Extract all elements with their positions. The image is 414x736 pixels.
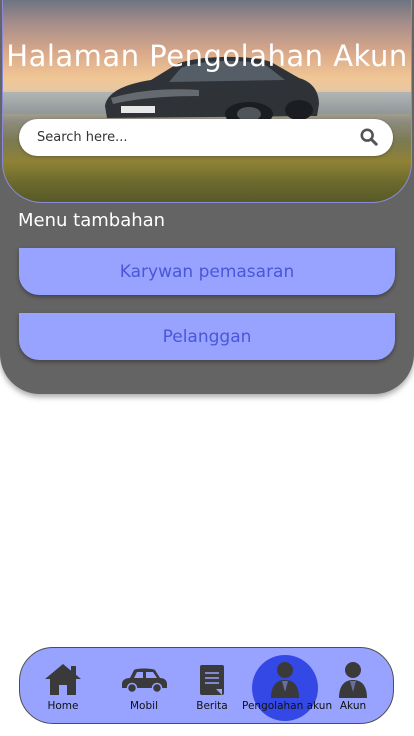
nav-label-berita: Berita (196, 700, 228, 712)
nav-item-mobil[interactable]: Mobil (110, 648, 178, 725)
pelanggan-button[interactable]: Pelanggan (19, 313, 395, 360)
search-input[interactable] (37, 119, 357, 156)
search-bar (19, 119, 393, 156)
nav-item-home[interactable]: Home (30, 648, 96, 725)
bottom-navigation: Home Mobil Berita Pengolahan akun Akun (19, 647, 394, 724)
home-icon (45, 664, 81, 695)
account-icon (339, 662, 367, 698)
nav-item-berita[interactable]: Berita (190, 648, 234, 725)
header-card: Halaman Pengolahan Akun Menu tambahan Ka… (0, 0, 414, 394)
nav-label-mobil: Mobil (130, 700, 158, 712)
person-icon (271, 662, 299, 698)
nav-label-pengolahan-akun: Pengolahan akun (242, 700, 333, 712)
nav-label-home: Home (47, 700, 79, 712)
news-icon (200, 665, 224, 695)
car-icon (122, 668, 167, 694)
hero-banner-image: Halaman Pengolahan Akun (2, 0, 412, 203)
app-screen: Halaman Pengolahan Akun Menu tambahan Ka… (0, 0, 414, 736)
karyawan-pemasaran-button[interactable]: Karywan pemasaran (19, 248, 395, 295)
menu-section-title: Menu tambahan (18, 210, 166, 231)
search-icon[interactable] (360, 128, 378, 146)
nav-item-pengolahan-akun[interactable]: Pengolahan akun (242, 648, 333, 725)
nav-label-akun: Akun (339, 700, 367, 712)
page-title: Halaman Pengolahan Akun (6, 39, 408, 73)
nav-item-akun[interactable]: Akun (330, 648, 376, 725)
